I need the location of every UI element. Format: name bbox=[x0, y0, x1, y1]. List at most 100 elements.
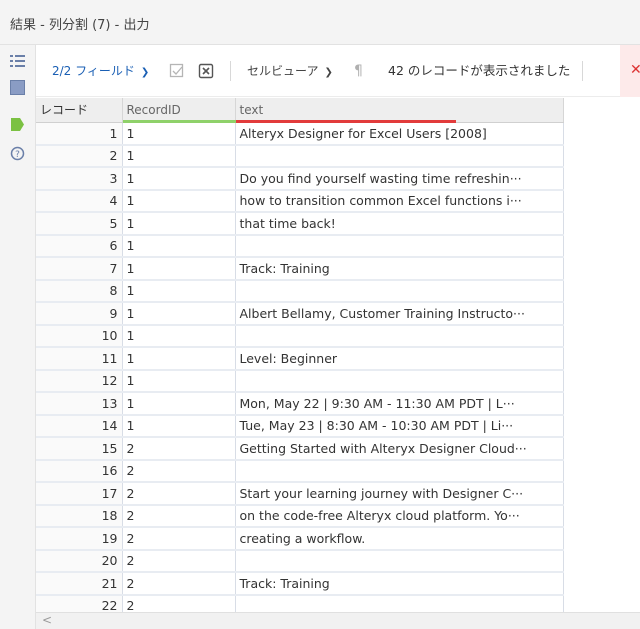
text-cell[interactable]: on the code-free Alteryx cloud platform.… bbox=[235, 504, 564, 528]
table-row[interactable]: 12 1 bbox=[36, 369, 564, 393]
table-row[interactable]: 13 1 Mon, May 22 | 9:30 AM - 11:30 AM PDT … bbox=[36, 392, 564, 416]
text-cell[interactable] bbox=[235, 369, 564, 393]
text-cell[interactable] bbox=[235, 144, 564, 168]
table-row[interactable]: 10 1 bbox=[36, 324, 564, 348]
cell-viewer-dropdown[interactable]: セルビューア ❯ bbox=[247, 45, 333, 97]
table-row[interactable]: 15 2 Getting Started with Alteryx Designer… bbox=[36, 437, 564, 461]
recordid-cell[interactable]: 1 bbox=[122, 234, 236, 258]
horizontal-scrollbar[interactable]: < bbox=[36, 612, 640, 629]
recordid-cell[interactable]: 2 bbox=[122, 482, 236, 506]
pilcrow-icon[interactable]: ¶ bbox=[354, 45, 363, 97]
row-number-cell[interactable]: 11 bbox=[36, 347, 123, 371]
text-cell[interactable]: Albert Bellamy, Customer Training Instru… bbox=[235, 302, 564, 326]
table-row[interactable]: 18 2 on the code-free Alteryx cloud platfo… bbox=[36, 504, 564, 528]
row-number-cell[interactable]: 20 bbox=[36, 549, 123, 573]
table-row[interactable]: 3 1 Do you find yourself wasting time refr… bbox=[36, 167, 564, 191]
recordid-cell[interactable]: 2 bbox=[122, 504, 236, 528]
recordid-cell[interactable]: 1 bbox=[122, 369, 236, 393]
table-icon[interactable] bbox=[10, 80, 25, 95]
recordid-cell[interactable]: 1 bbox=[122, 347, 236, 371]
recordid-cell[interactable]: 2 bbox=[122, 437, 236, 461]
recordid-cell[interactable]: 2 bbox=[122, 527, 236, 551]
text-cell[interactable] bbox=[235, 549, 564, 573]
text-cell[interactable]: that time back! bbox=[235, 212, 564, 236]
column-header-recordid[interactable]: RecordID bbox=[122, 98, 236, 123]
row-number-cell[interactable]: 6 bbox=[36, 234, 123, 258]
fields-dropdown[interactable]: 2/2 フィールド ❯ bbox=[52, 45, 149, 97]
table-row[interactable]: 19 2 creating a workflow. bbox=[36, 527, 564, 551]
table-row[interactable]: 16 2 bbox=[36, 459, 564, 483]
recordid-cell[interactable]: 1 bbox=[122, 122, 236, 146]
text-cell[interactable]: Do you find yourself wasting time refres… bbox=[235, 167, 564, 191]
row-number-cell[interactable]: 9 bbox=[36, 302, 123, 326]
recordid-cell[interactable]: 1 bbox=[122, 414, 236, 438]
table-row[interactable]: 9 1 Albert Bellamy, Customer Training Inst… bbox=[36, 302, 564, 326]
row-number-cell[interactable]: 22 bbox=[36, 594, 123, 612]
recordid-cell[interactable]: 1 bbox=[122, 144, 236, 168]
table-row[interactable]: 14 1 Tue, May 23 | 8:30 AM - 10:30 AM PDT … bbox=[36, 414, 564, 438]
checkbox-icon[interactable] bbox=[169, 63, 185, 79]
table-row[interactable]: 20 2 bbox=[36, 549, 564, 573]
recordid-cell[interactable]: 1 bbox=[122, 279, 236, 303]
text-cell[interactable]: Track: Training bbox=[235, 572, 564, 596]
table-row[interactable]: 7 1 Track: Training bbox=[36, 257, 564, 281]
table-row[interactable]: 1 1 Alteryx Designer for Excel Users [2008… bbox=[36, 122, 564, 146]
help-icon[interactable]: ? bbox=[10, 146, 25, 161]
row-number-cell[interactable]: 17 bbox=[36, 482, 123, 506]
close-button[interactable]: ✕ bbox=[620, 45, 640, 97]
row-number-cell[interactable]: 2 bbox=[36, 144, 123, 168]
table-row[interactable]: 21 2 Track: Training bbox=[36, 572, 564, 596]
text-cell[interactable]: Tue, May 23 | 8:30 AM - 10:30 AM PDT | L… bbox=[235, 414, 564, 438]
text-cell[interactable]: how to transition common Excel functions… bbox=[235, 189, 564, 213]
recordid-cell[interactable]: 2 bbox=[122, 549, 236, 573]
table-row[interactable]: 17 2 Start your learning journey with Desi… bbox=[36, 482, 564, 506]
text-cell[interactable] bbox=[235, 279, 564, 303]
text-cell[interactable]: Mon, May 22 | 9:30 AM - 11:30 AM PDT | L… bbox=[235, 392, 564, 416]
recordid-cell[interactable]: 1 bbox=[122, 324, 236, 348]
text-cell[interactable]: Level: Beginner bbox=[235, 347, 564, 371]
recordid-cell[interactable]: 2 bbox=[122, 572, 236, 596]
recordid-cell[interactable]: 1 bbox=[122, 257, 236, 281]
row-number-cell[interactable]: 18 bbox=[36, 504, 123, 528]
recordid-cell[interactable]: 1 bbox=[122, 167, 236, 191]
text-cell[interactable] bbox=[235, 324, 564, 348]
clear-icon[interactable] bbox=[198, 63, 214, 79]
row-number-cell[interactable]: 5 bbox=[36, 212, 123, 236]
text-cell[interactable]: Getting Started with Alteryx Designer Cl… bbox=[235, 437, 564, 461]
row-number-cell[interactable]: 13 bbox=[36, 392, 123, 416]
text-cell[interactable]: Track: Training bbox=[235, 257, 564, 281]
recordid-cell[interactable]: 1 bbox=[122, 392, 236, 416]
row-number-cell[interactable]: 15 bbox=[36, 437, 123, 461]
tag-icon[interactable] bbox=[10, 117, 25, 132]
recordid-cell[interactable]: 1 bbox=[122, 189, 236, 213]
row-number-cell[interactable]: 21 bbox=[36, 572, 123, 596]
text-cell[interactable] bbox=[235, 459, 564, 483]
row-number-cell[interactable]: 12 bbox=[36, 369, 123, 393]
row-number-cell[interactable]: 19 bbox=[36, 527, 123, 551]
table-row[interactable]: 22 2 bbox=[36, 594, 564, 612]
recordid-cell[interactable]: 1 bbox=[122, 302, 236, 326]
recordid-cell[interactable]: 2 bbox=[122, 459, 236, 483]
table-row[interactable]: 5 1 that time back! bbox=[36, 212, 564, 236]
text-cell[interactable] bbox=[235, 594, 564, 612]
table-row[interactable]: 11 1 Level: Beginner bbox=[36, 347, 564, 371]
row-number-cell[interactable]: 14 bbox=[36, 414, 123, 438]
row-number-cell[interactable]: 7 bbox=[36, 257, 123, 281]
column-header-record[interactable]: レコード bbox=[36, 98, 123, 123]
column-header-text[interactable]: text bbox=[235, 98, 564, 123]
table-row[interactable]: 81 bbox=[36, 279, 564, 303]
text-cell[interactable] bbox=[235, 234, 564, 258]
row-number-cell[interactable]: 10 bbox=[36, 324, 123, 348]
recordid-cell[interactable]: 2 bbox=[122, 594, 236, 612]
row-number-cell[interactable]: 1 bbox=[36, 122, 123, 146]
text-cell[interactable]: Alteryx Designer for Excel Users [2008] bbox=[235, 122, 564, 146]
text-cell[interactable]: creating a workflow. bbox=[235, 527, 564, 551]
table-row[interactable]: 61 bbox=[36, 234, 564, 258]
table-row[interactable]: 4 1 how to transition common Excel functio… bbox=[36, 189, 564, 213]
scroll-left-icon[interactable]: < bbox=[42, 613, 52, 627]
row-number-cell[interactable]: 16 bbox=[36, 459, 123, 483]
table-row[interactable]: 21 bbox=[36, 144, 564, 168]
recordid-cell[interactable]: 1 bbox=[122, 212, 236, 236]
list-icon[interactable] bbox=[10, 54, 25, 69]
row-number-cell[interactable]: 4 bbox=[36, 189, 123, 213]
